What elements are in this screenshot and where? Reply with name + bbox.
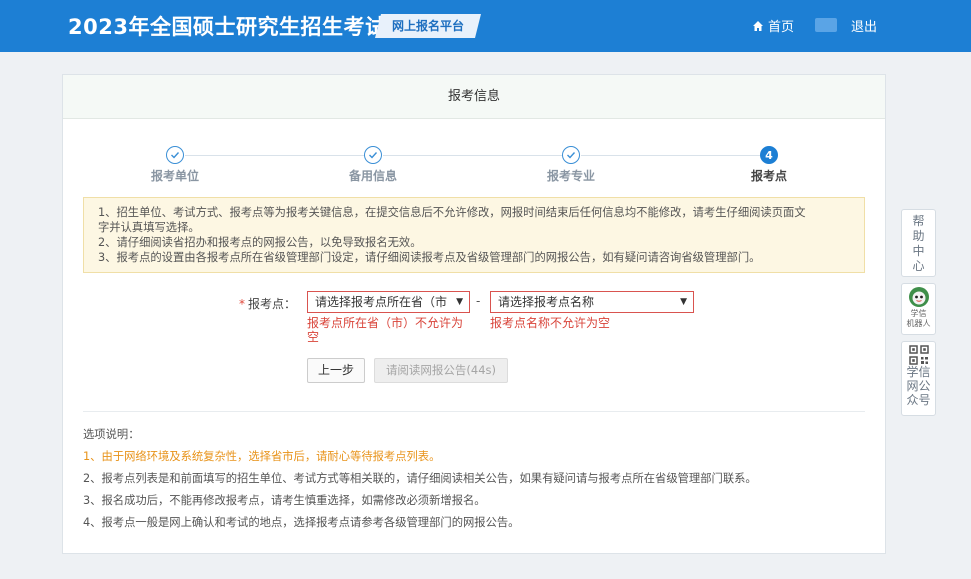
option-notes: 选项说明： 1、由于网络环境及系统复杂性，选择省市后，请耐心等待报考点列表。 2… [83, 424, 757, 534]
select-separator: - [476, 294, 481, 308]
platform-badge: 网上报名平台 [375, 14, 481, 38]
required-mark: * [239, 297, 245, 311]
top-bar: 2023年全国硕士研究生招生考试 网上报名平台 首页 退出 [0, 0, 971, 52]
exam-site-select[interactable]: 请选择报考点名称 ▼ [490, 291, 694, 313]
help-char: 心 [912, 259, 925, 273]
step-label: 报考单位 [150, 169, 199, 183]
province-error-line: 报考点所在省（市）不允许为 [307, 316, 464, 330]
help-char: 中 [912, 244, 925, 258]
notice-line: 3、报考点的设置由各报考点所在省级管理部门设定，请仔细阅读报考点及省级管理部门的… [98, 251, 761, 264]
help-char: 帮 [912, 214, 925, 228]
caret-down-icon: ▼ [456, 297, 463, 307]
wechat-label: 网公 [906, 379, 931, 393]
help-center-button[interactable]: 帮 助 中 心 [901, 209, 936, 277]
user-avatar[interactable] [815, 18, 837, 32]
step-number: 4 [760, 146, 778, 164]
check-icon [166, 146, 184, 164]
notice-line: 2、请仔细阅读省招办和报考点的网报公告，以免导致报名无效。 [98, 236, 422, 249]
wechat-account-button[interactable]: 学信 网公 众号 [901, 341, 936, 416]
site-title: 2023年全国硕士研究生招生考试 [68, 15, 387, 39]
province-select[interactable]: 请选择报考点所在省（市 ▼ [307, 291, 470, 313]
step-2: 备用信息 [323, 146, 423, 184]
divider [83, 411, 865, 412]
step-4: 4 报考点 [719, 146, 819, 184]
note-item: 3、报名成功后，不能再修改报考点，请考生慎重选择，如需修改必须新增报名。 [83, 494, 486, 507]
logout-link[interactable]: 退出 [851, 16, 877, 35]
exam-site-row: * 报考点： 请选择报考点所在省（市 ▼ - 请选择报考点名称 ▼ [63, 291, 885, 315]
exam-site-error: 报考点名称不允许为空 [490, 316, 611, 330]
check-icon [562, 146, 580, 164]
exam-site-label-text: 报考点： [248, 297, 297, 311]
notice-line: 1、招生单位、考试方式、报考点等为报考关键信息，在提交信息后不允许修改，网报时间… [98, 206, 806, 219]
province-select-value: 请选择报考点所在省（市 [315, 295, 448, 309]
exam-site-label: * 报考点： [239, 295, 296, 312]
robot-label: 学信 [910, 309, 927, 318]
exam-site-select-value: 请选择报考点名称 [498, 295, 595, 309]
read-notice-button[interactable]: 请阅读网报公告(44s) [374, 358, 508, 383]
home-label: 首页 [768, 20, 795, 35]
panel-title: 报考信息 [63, 75, 885, 119]
notice-box: 1、招生单位、考试方式、报考点等为报考关键信息，在提交信息后不允许修改，网报时间… [83, 197, 865, 273]
qr-code-icon [908, 345, 929, 365]
platform-label: 网上报名平台 [391, 19, 464, 33]
help-char: 助 [912, 229, 925, 243]
prev-step-button[interactable]: 上一步 [307, 358, 365, 383]
province-error: 报考点所在省（市）不允许为 空 [307, 316, 472, 344]
wechat-label: 众号 [906, 393, 931, 407]
step-label: 报考专业 [546, 169, 595, 183]
step-label: 备用信息 [348, 169, 397, 183]
note-item: 2、报考点列表是和前面填写的招生单位、考试方式等相关联的，请仔细阅读相关公告，如… [83, 472, 757, 485]
province-error-line: 空 [307, 330, 320, 344]
step-label: 报考点 [750, 169, 787, 183]
caret-down-icon: ▼ [680, 297, 687, 307]
main-panel: 报考信息 报考单位 备用信息 报考专业 4 报考点 1、招生单位、考试方式、报考… [62, 74, 886, 554]
robot-icon [908, 287, 929, 307]
chatbot-button[interactable]: 学信 机器人 [901, 283, 936, 335]
wechat-label: 学信 [906, 365, 931, 379]
robot-label: 机器人 [906, 319, 931, 328]
note-item: 1、由于网络环境及系统复杂性，选择省市后，请耐心等待报考点列表。 [83, 450, 441, 463]
step-1: 报考单位 [125, 146, 225, 184]
home-link[interactable]: 首页 [752, 16, 794, 35]
note-item: 4、报考点一般是网上确认和考试的地点，选择报考点请参考各级管理部门的网报公告。 [83, 516, 520, 529]
notice-line: 字并认真填写选择。 [98, 221, 200, 234]
notes-title: 选项说明： [83, 428, 140, 441]
home-icon [753, 20, 763, 31]
check-icon [364, 146, 382, 164]
step-3: 报考专业 [521, 146, 621, 184]
